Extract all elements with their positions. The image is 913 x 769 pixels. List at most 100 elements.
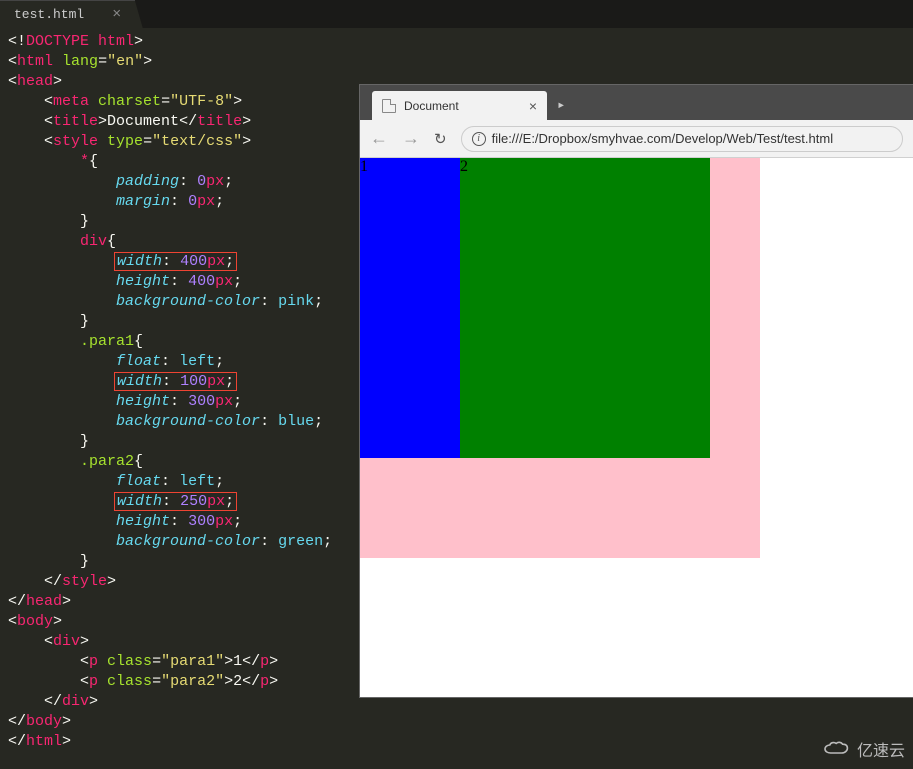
code-text: .para2: [80, 453, 134, 470]
browser-tab[interactable]: Document ×: [372, 91, 547, 120]
code-text: [8, 273, 116, 290]
editor-tab-bar: test.html ×: [0, 0, 913, 28]
code-text: :: [170, 393, 188, 410]
code-text: lang: [62, 53, 98, 70]
code-text: :: [162, 373, 180, 390]
code-text: }: [8, 433, 89, 450]
code-text: >: [233, 93, 242, 110]
url-bar[interactable]: i file:///E:/Dropbox/smyhvae.com/Develop…: [461, 126, 903, 152]
code-text: >: [98, 113, 107, 130]
code-text: div: [62, 693, 89, 710]
code-text: DOCTYPE html: [26, 33, 134, 50]
code-text: [8, 493, 116, 510]
code-text: [98, 673, 107, 690]
code-text: ;: [224, 173, 233, 190]
back-icon[interactable]: ←: [370, 128, 388, 149]
code-text: "para2": [161, 673, 224, 690]
code-text: </: [242, 653, 260, 670]
code-text: ;: [233, 513, 242, 530]
code-text: 0: [188, 193, 197, 210]
code-text: background-color: [116, 413, 260, 430]
code-text: ;: [215, 193, 224, 210]
code-text: px: [206, 173, 224, 190]
code-text: class: [107, 673, 152, 690]
code-text: left: [179, 353, 215, 370]
code-text: [8, 173, 116, 190]
code-text: [8, 473, 116, 490]
close-icon[interactable]: ×: [112, 6, 121, 23]
code-text: :: [162, 253, 180, 270]
code-text: </: [8, 573, 62, 590]
code-text: >: [62, 593, 71, 610]
code-text: "en": [107, 53, 143, 70]
code-text: 1: [233, 653, 242, 670]
code-text: background-color: [116, 293, 260, 310]
code-text: 400: [188, 273, 215, 290]
code-text: :: [170, 513, 188, 530]
code-text: ;: [225, 253, 234, 270]
code-text: ;: [215, 353, 224, 370]
code-text: p: [260, 653, 269, 670]
code-text: title: [197, 113, 242, 130]
code-text: :: [162, 493, 180, 510]
code-text: >: [224, 673, 233, 690]
code-text: [98, 653, 107, 670]
code-text: width: [117, 373, 162, 390]
code-text: height: [116, 393, 170, 410]
code-text: >: [269, 653, 278, 670]
browser-tab-title: Document: [404, 99, 459, 113]
code-text: }: [8, 553, 89, 570]
new-tab-icon[interactable]: ▸: [547, 97, 575, 114]
code-text: [8, 333, 80, 350]
code-text: [8, 413, 116, 430]
code-text: title: [53, 113, 98, 130]
code-text: height: [116, 513, 170, 530]
reload-icon[interactable]: ↻: [434, 130, 447, 148]
code-text: [8, 393, 116, 410]
code-text: =: [152, 653, 161, 670]
code-text: >: [80, 633, 89, 650]
code-text: [8, 353, 116, 370]
code-text: ;: [314, 413, 323, 430]
code-text: >: [62, 733, 71, 750]
code-text: style: [62, 573, 107, 590]
code-text: }: [8, 313, 89, 330]
code-text: <: [8, 613, 17, 630]
browser-window: Document × ▸ ← → ↻ i file:///E:/Dropbox/…: [360, 85, 913, 697]
code-text: head: [26, 593, 62, 610]
code-text: <: [8, 673, 89, 690]
code-text: p: [89, 673, 98, 690]
code-text: px: [215, 273, 233, 290]
code-text: blue: [278, 413, 314, 430]
tab-label: test.html: [14, 7, 84, 22]
code-text: <!: [8, 33, 26, 50]
code-text: head: [17, 73, 53, 90]
code-text: [53, 53, 62, 70]
forward-icon[interactable]: →: [402, 128, 420, 149]
info-icon[interactable]: i: [472, 132, 486, 146]
editor-tab[interactable]: test.html ×: [0, 0, 135, 28]
code-text: style: [53, 133, 98, 150]
code-text: }: [8, 213, 89, 230]
code-text: :: [161, 473, 179, 490]
highlight-box: width: 100px;: [114, 372, 237, 391]
rendered-para1: 1: [360, 158, 460, 458]
code-text: =: [143, 133, 152, 150]
code-text: *: [80, 153, 89, 170]
code-text: </: [242, 673, 260, 690]
code-text: float: [116, 473, 161, 490]
close-icon[interactable]: ×: [529, 98, 537, 114]
code-text: ;: [225, 493, 234, 510]
code-text: </: [8, 593, 26, 610]
watermark-text: 亿速云: [857, 737, 905, 761]
code-text: [8, 293, 116, 310]
code-text: :: [170, 273, 188, 290]
code-text: height: [116, 273, 170, 290]
code-text: 100: [180, 373, 207, 390]
watermark: 亿速云: [821, 737, 905, 761]
code-text: class: [107, 653, 152, 670]
browser-viewport: 1 2: [360, 158, 913, 558]
code-text: [8, 453, 80, 470]
code-text: html: [17, 53, 53, 70]
code-text: <: [8, 633, 53, 650]
